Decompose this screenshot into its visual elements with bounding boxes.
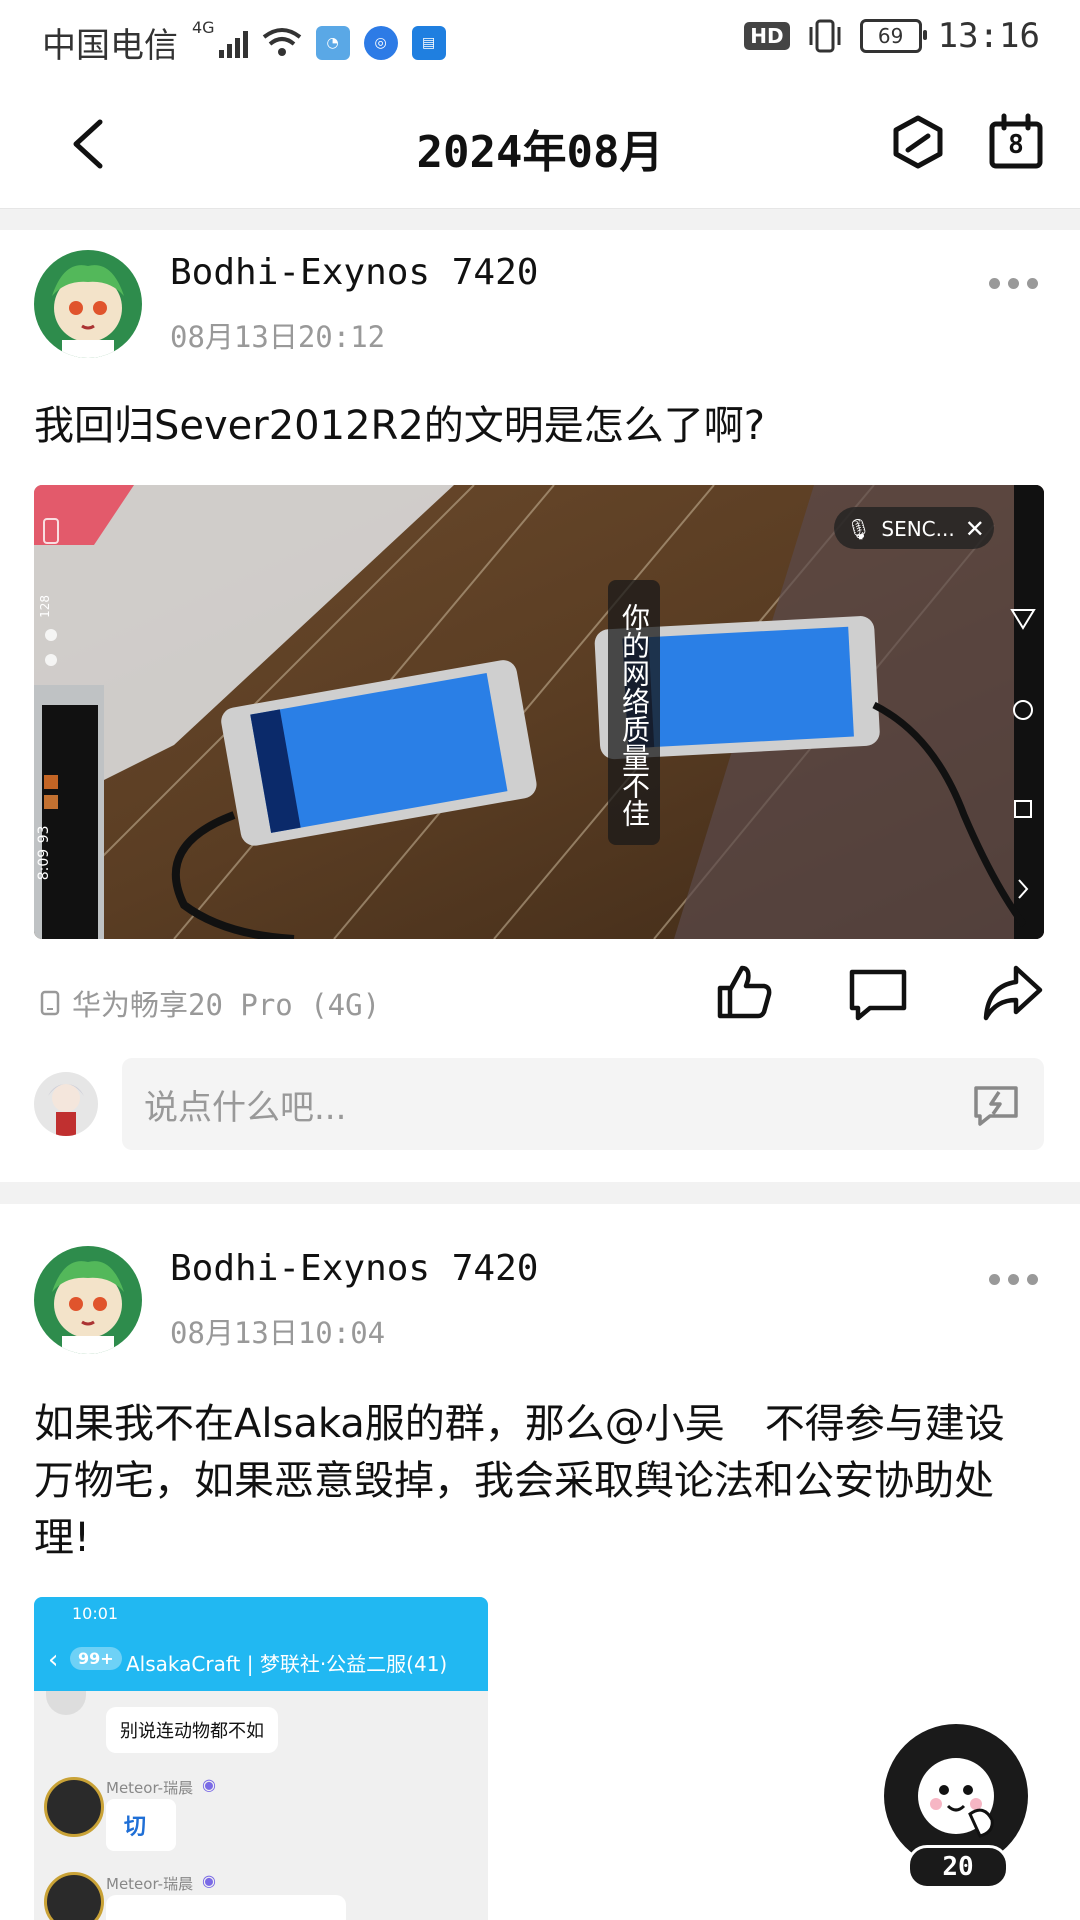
news-notification-icon: ▤ [411,25,446,60]
clock: 13:16 [937,16,1040,56]
post-image[interactable]: 你的网络质量不佳 🎙 SENC... ✕ 8:09 93 128 [34,485,1044,939]
device-name: 华为畅享20 Pro (4G) [72,988,381,1022]
more-options-icon[interactable] [989,1274,1038,1285]
chat-avatar [44,1777,104,1837]
post-time: 08月13日20:12 [170,320,386,354]
phone-status-bar: 10:01 [34,1597,488,1631]
username[interactable]: Bodhi-Exynos 7420 [170,1248,538,1289]
microphone-icon: 🎙 [846,517,872,541]
sticker-text: 切 [124,1815,147,1840]
post-text: 如果我不在Alsaka服的群，那么@小吴 不得参与建设万物宅，如果恶意毁掉，我会… [34,1401,1005,1561]
spiral-icon: ◉ [202,1871,216,1890]
screen-record-indicator[interactable]: 🎙 SENC... ✕ [846,515,985,543]
network-quality-overlay: 你的网络质量不佳 [618,603,651,827]
chat-header: ‹ 99+ AlsakaCraft | 梦联社·公益二服(41) [34,1631,488,1691]
avatar[interactable] [34,250,142,358]
network-type: 4G [192,18,215,37]
device-info: 华为畅享20 Pro (4G) [40,982,380,1024]
calendar-day: 8 [1008,130,1024,160]
calendar-icon[interactable]: 8 [986,112,1046,172]
chat-sender: Meteor-瑞晨 [106,1875,194,1893]
like-icon[interactable] [712,960,776,1024]
battery-icon: 69 [859,19,927,53]
post-image[interactable]: 10:01 ‹ 99+ AlsakaCraft | 梦联社·公益二服(41) 别… [34,1597,488,1920]
chevron-left-icon[interactable]: ‹ [48,1645,58,1675]
chat-avatar [46,1691,86,1715]
chat-title: AlsakaCraft | 梦联社·公益二服(41) [126,1652,448,1676]
avatar[interactable] [34,1246,142,1354]
post-time: 08月13日10:04 [170,1316,386,1350]
post-card: Bodhi-Exynos 7420 08月13日20:12 我回归Sever20… [0,230,1080,1182]
comment-input[interactable]: 说点什么吧... [122,1058,1044,1150]
username[interactable]: Bodhi-Exynos 7420 [170,252,538,293]
phone-icon [40,990,60,1016]
comment-placeholder: 说点什么吧... [144,1088,347,1128]
battery-level: 69 [877,24,904,48]
app-notification-icon: ◔ [315,25,350,60]
close-icon[interactable]: ✕ [965,515,985,543]
chat-bubble: 别说连动物都不如 [106,1707,278,1753]
comment-icon[interactable] [846,960,910,1024]
hd-badge: HD [744,22,790,50]
wifi-icon [262,27,301,56]
phone-time: 10:01 [72,1604,119,1623]
status-bar: 中国电信 4G ◔ ◎ ▤ HD 69 13:16 [0,0,1080,76]
quick-reply-icon[interactable] [972,1082,1020,1126]
vibrate-icon [809,19,841,53]
current-user-avatar[interactable] [34,1072,98,1136]
chat-sender: Meteor-瑞晨 [106,1779,194,1797]
chat-avatar [44,1872,104,1920]
unread-badge: 99+ [70,1647,122,1670]
carrier-label: 中国电信 [42,26,178,66]
post-text: 我回归Sever2012R2的文明是怎么了啊? [34,403,765,449]
record-label: SENC... [881,517,955,541]
more-options-icon[interactable] [989,278,1038,289]
chat-bubble [106,1895,346,1920]
browser-notification-icon: ◎ [363,25,398,60]
spiral-icon: ◉ [202,1775,216,1794]
fab-count-badge: 20 [907,1845,1009,1889]
edge-status-text: 8:09 93 [36,825,52,881]
sticker: 切 [106,1799,176,1851]
top-app-bar: 2024年08月 8 [0,76,1080,209]
edge-status-text-top: 128 [38,595,52,618]
signal-icon [218,28,248,58]
hexagon-slash-icon[interactable] [888,112,948,172]
share-icon[interactable] [980,960,1044,1024]
